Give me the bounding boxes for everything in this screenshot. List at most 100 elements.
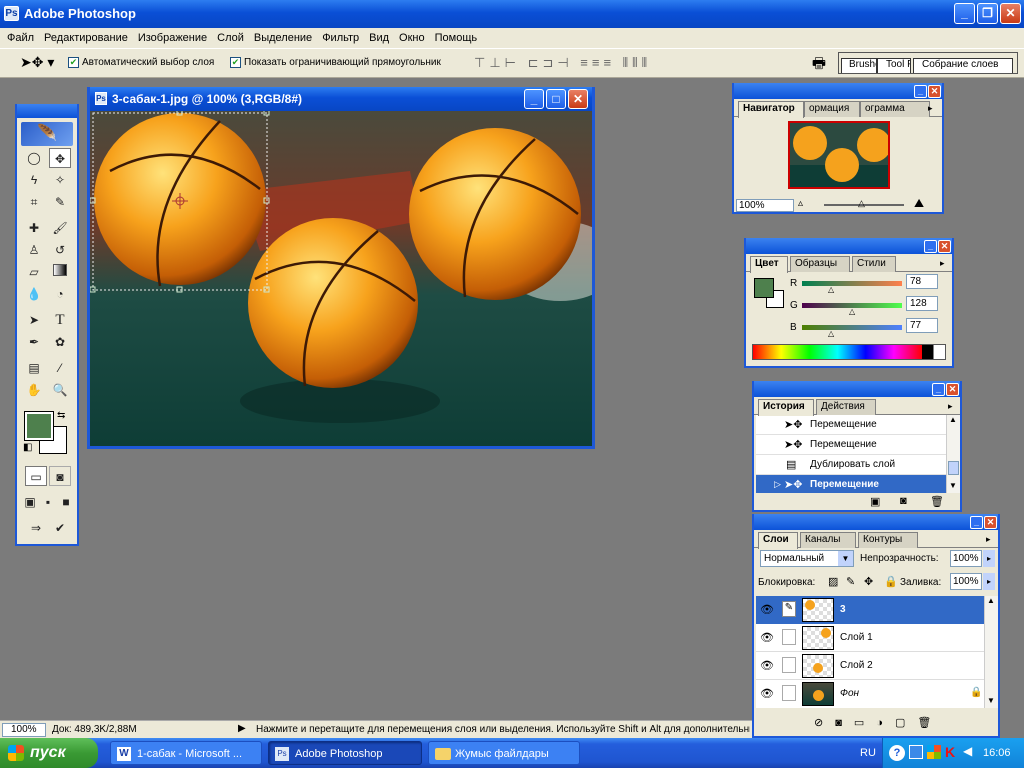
- r-slider[interactable]: [802, 281, 902, 286]
- eraser-tool-icon[interactable]: ▱: [23, 262, 45, 282]
- adjustment-layer-icon[interactable]: ◑: [876, 717, 883, 729]
- history-trash-icon[interactable]: 🗑: [930, 495, 944, 508]
- history-brush-icon[interactable]: ↺: [49, 240, 71, 260]
- new-group-icon[interactable]: ▭: [854, 717, 864, 729]
- brush-link-icon[interactable]: ✎: [782, 601, 796, 617]
- tab-navigator[interactable]: Навигатор: [738, 101, 804, 118]
- navigator-minimize-button[interactable]: _: [914, 85, 927, 98]
- minimize-button[interactable]: _: [954, 3, 975, 24]
- menu-layer[interactable]: Слой: [212, 28, 249, 48]
- tab-swatches[interactable]: Образцы: [790, 256, 850, 272]
- layer-name[interactable]: Слой 1: [840, 632, 873, 643]
- tab-history[interactable]: История: [758, 399, 814, 416]
- navigator-zoom-field[interactable]: 100%: [736, 199, 794, 212]
- tray-antivirus-icon[interactable]: K: [945, 744, 955, 760]
- tab-histogram[interactable]: ограмма: [860, 101, 930, 117]
- color-fg-swatch[interactable]: [754, 278, 774, 298]
- tray-shield-icon[interactable]: [927, 745, 941, 759]
- zoom-out-icon[interactable]: ▵: [798, 198, 803, 209]
- tray-network-icon[interactable]: [909, 745, 923, 759]
- scroll-up-icon[interactable]: ▲: [987, 596, 995, 605]
- menu-select[interactable]: Выделение: [249, 28, 317, 48]
- tab-actions[interactable]: Действия: [816, 399, 876, 415]
- tab-info[interactable]: ормация: [804, 101, 860, 117]
- auto-select-checkbox[interactable]: ✔: [68, 57, 79, 68]
- document-titlebar[interactable]: Ps 3-сабак-1.jpg @ 100% (3,RGB/8#) _ □ ✕: [90, 87, 592, 111]
- align-icons[interactable]: ⊤⊥⊢ ⊏⊐⊣ ≡≡≡ ⫴⫴⫴: [474, 55, 651, 71]
- scroll-down-icon[interactable]: ▼: [987, 696, 995, 705]
- foreground-color-swatch[interactable]: [24, 411, 54, 441]
- taskbar-item-word[interactable]: W 1-сабак - Microsoft ...: [110, 741, 262, 765]
- tab-channels[interactable]: Каналы: [800, 532, 856, 548]
- navigator-titlebar[interactable]: _ ✕: [734, 83, 942, 99]
- eye-icon[interactable]: 👁: [760, 631, 774, 644]
- navigator-menu-icon[interactable]: ▸: [928, 103, 933, 114]
- jump-to-imageready-icon[interactable]: ⇒: [25, 518, 47, 538]
- delete-layer-icon[interactable]: 🗑: [917, 717, 931, 729]
- scroll-down-icon[interactable]: ▼: [949, 481, 957, 490]
- menu-window[interactable]: Окно: [394, 28, 430, 48]
- document-maximize-button[interactable]: □: [546, 89, 566, 109]
- move-tool-icon[interactable]: ✥: [49, 148, 71, 168]
- status-zoom-field[interactable]: 100%: [2, 723, 46, 737]
- eyedropper-icon[interactable]: ⁄: [49, 358, 71, 378]
- show-bbox-checkbox[interactable]: ✔: [230, 57, 241, 68]
- link-layers-icon[interactable]: ⊘: [814, 717, 823, 729]
- eye-icon[interactable]: 👁: [760, 687, 774, 700]
- history-state-marker-icon[interactable]: ▷: [774, 479, 781, 490]
- tab-styles[interactable]: Стили: [852, 256, 896, 272]
- r-thumb[interactable]: △: [828, 285, 834, 294]
- screen-mode-full-icon[interactable]: ■: [57, 492, 75, 512]
- r-field[interactable]: 78: [906, 274, 938, 289]
- language-indicator[interactable]: RU: [860, 747, 876, 759]
- b-thumb[interactable]: △: [828, 329, 834, 338]
- new-layer-icon[interactable]: ▢: [895, 717, 905, 729]
- tab-color[interactable]: Цвет: [750, 256, 788, 273]
- tab-layers[interactable]: Слои: [758, 532, 798, 549]
- menu-file[interactable]: Файл: [2, 28, 39, 48]
- blend-mode-select[interactable]: Нормальный ▼: [760, 550, 854, 567]
- eye-icon[interactable]: 👁: [760, 659, 774, 672]
- layers-close-button[interactable]: ✕: [984, 516, 997, 529]
- restore-button[interactable]: ❐: [977, 3, 998, 24]
- zoom-slider-thumb[interactable]: △: [858, 198, 865, 209]
- layer-link-box[interactable]: [782, 657, 796, 673]
- b-slider[interactable]: [802, 325, 902, 330]
- new-document-from-state-icon[interactable]: ▣: [870, 495, 880, 508]
- type-tool-icon[interactable]: T: [49, 310, 71, 330]
- pen-tool-icon[interactable]: ✒: [23, 332, 45, 352]
- imageready-icon[interactable]: ✔: [49, 518, 71, 538]
- layer-link-box[interactable]: [782, 629, 796, 645]
- lock-transparency-icon[interactable]: ▨: [828, 575, 838, 588]
- layer-row[interactable]: 👁 Слой 1: [756, 624, 984, 652]
- fill-field[interactable]: 100%: [950, 573, 982, 590]
- lock-position-icon[interactable]: ✥: [864, 575, 873, 588]
- crop-tool-icon[interactable]: ⌗: [23, 192, 45, 212]
- scroll-thumb[interactable]: [948, 461, 959, 475]
- layers-titlebar[interactable]: _ ✕: [754, 514, 998, 530]
- stamp-tool-icon[interactable]: ♙: [23, 240, 45, 260]
- taskbar-item-folder[interactable]: Жумыс файлдары: [428, 741, 580, 765]
- color-titlebar[interactable]: _ ✕: [746, 238, 952, 254]
- history-minimize-button[interactable]: _: [932, 383, 945, 396]
- canvas-image[interactable]: [90, 111, 592, 446]
- scroll-up-icon[interactable]: ▲: [949, 415, 957, 424]
- screen-mode-menu-icon[interactable]: ▪: [39, 492, 57, 512]
- brush-tool-icon[interactable]: 🖌: [49, 218, 71, 238]
- taskbar-item-photoshop[interactable]: Ps Adobe Photoshop: [268, 741, 422, 765]
- add-mask-icon[interactable]: ◙: [835, 717, 842, 729]
- document-minimize-button[interactable]: _: [524, 89, 544, 109]
- menu-view[interactable]: Вид: [364, 28, 394, 48]
- opacity-field[interactable]: 100%: [950, 550, 982, 567]
- layers-scrollbar[interactable]: ▲ ▼: [984, 596, 998, 708]
- fill-arrow-icon[interactable]: ▸: [983, 573, 995, 590]
- well-tab-tool-presets[interactable]: Tool F: [877, 58, 911, 73]
- history-item-active[interactable]: ▷ ➤✥ Перемещение: [756, 475, 946, 493]
- color-menu-icon[interactable]: ▸: [940, 258, 945, 269]
- clock[interactable]: 16:06: [983, 747, 1011, 759]
- lock-pixels-icon[interactable]: ✎: [846, 575, 855, 588]
- layer-name[interactable]: 3: [840, 604, 846, 615]
- status-menu-arrow-icon[interactable]: ▶: [238, 723, 246, 734]
- default-colors-icon[interactable]: ◧: [23, 442, 32, 453]
- tray-help-icon[interactable]: ?: [889, 745, 905, 761]
